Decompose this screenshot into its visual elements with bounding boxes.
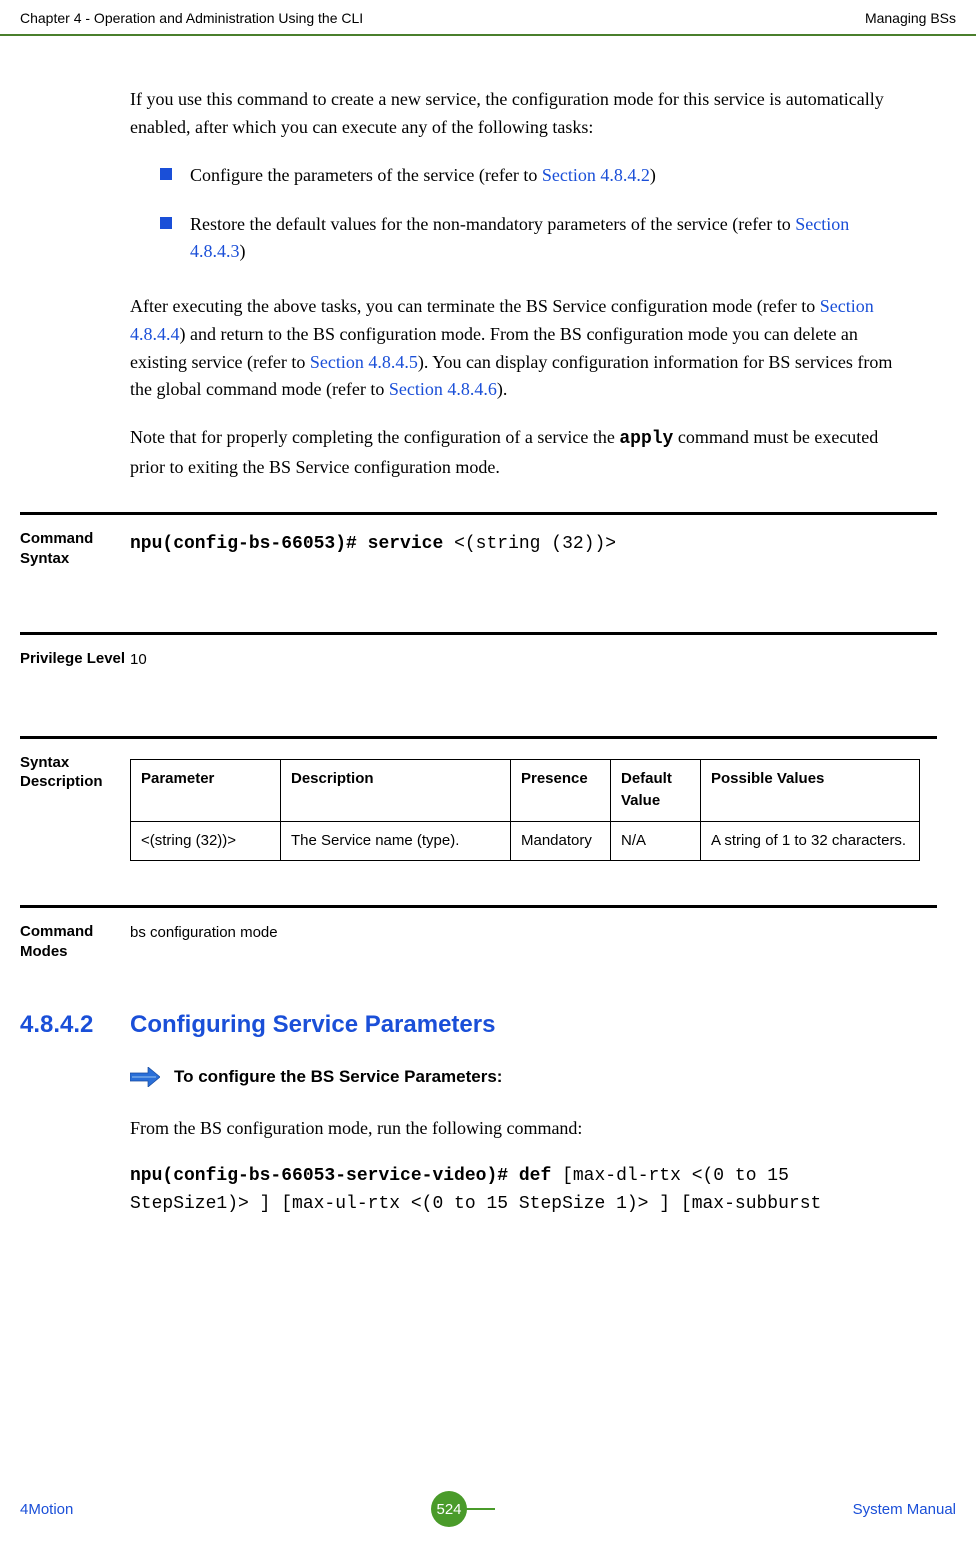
text-fragment: After executing the above tasks, you can… (130, 296, 820, 316)
label-privilege-level: Privilege Level (20, 649, 130, 669)
footer-left: 4Motion (20, 1501, 73, 1518)
list-item-text: Configure the parameters of the service … (190, 162, 656, 189)
list-item: Configure the parameters of the service … (160, 162, 906, 189)
text-fragment: ) (650, 165, 656, 185)
table-header-row: Parameter Description Presence Default V… (131, 759, 920, 821)
syntax-table: Parameter Description Presence Default V… (130, 759, 920, 862)
text-fragment: Note that for properly completing the co… (130, 427, 619, 447)
page-number-badge: 524 (431, 1491, 495, 1527)
th-possible-values: Possible Values (701, 759, 920, 821)
square-bullet-icon (160, 168, 172, 180)
page-header: Chapter 4 - Operation and Administration… (0, 0, 976, 36)
table-row: <(string (32))> The Service name (type).… (131, 821, 920, 861)
td-presence: Mandatory (511, 821, 611, 861)
syntax-table-wrapper: Parameter Description Presence Default V… (130, 753, 920, 862)
code-block: npu(config-bs-66053-service-video)# def … (130, 1163, 906, 1219)
note-paragraph: Note that for properly completing the co… (130, 424, 906, 482)
inline-command: apply (619, 429, 673, 449)
text-fragment: ). (497, 379, 508, 399)
header-right: Managing BSs (865, 10, 956, 26)
paragraph: After executing the above tasks, you can… (130, 293, 906, 405)
procedure-paragraph: From the BS configuration mode, run the … (130, 1115, 906, 1143)
syntax-description-section: Syntax Description Parameter Description… (0, 736, 906, 876)
section-heading: 4.8.4.2 Configuring Service Parameters (0, 1011, 906, 1039)
arrow-right-icon (130, 1067, 160, 1087)
command-modes-value: bs configuration mode (130, 922, 906, 945)
task-list: Configure the parameters of the service … (160, 162, 906, 265)
label-command-modes: Command Modes (20, 922, 130, 961)
command-syntax-section: Command Syntax npu(config-bs-66053)# ser… (0, 512, 906, 602)
text-fragment: ) (240, 241, 246, 261)
section-number: 4.8.4.2 (0, 1011, 130, 1039)
label-syntax-description: Syntax Description (20, 753, 130, 792)
td-default-value: N/A (611, 821, 701, 861)
td-parameter: <(string (32))> (131, 821, 281, 861)
list-item-text: Restore the default values for the non-m… (190, 211, 906, 265)
th-description: Description (281, 759, 511, 821)
command-syntax-value: npu(config-bs-66053)# service <(string (… (130, 529, 906, 558)
page-footer: 4Motion 524 System Manual (0, 1491, 976, 1527)
content-body: If you use this command to create a new … (0, 36, 976, 1219)
intro-paragraph: If you use this command to create a new … (130, 86, 906, 142)
procedure-heading: To configure the BS Service Parameters: (174, 1067, 502, 1087)
page-number: 524 (431, 1491, 467, 1527)
command-modes-section: Command Modes bs configuration mode (0, 905, 906, 981)
td-possible-values: A string of 1 to 32 characters. (701, 821, 920, 861)
command-arg: <(string (32))> (454, 534, 616, 554)
section-link[interactable]: Section 4.8.4.5 (310, 352, 418, 372)
footer-right: System Manual (853, 1501, 956, 1518)
header-left: Chapter 4 - Operation and Administration… (20, 10, 363, 26)
label-command-syntax: Command Syntax (20, 529, 130, 568)
section-link[interactable]: Section 4.8.4.6 (389, 379, 497, 399)
section-title: Configuring Service Parameters (130, 1011, 495, 1039)
procedure-row: To configure the BS Service Parameters: (130, 1067, 906, 1087)
td-description: The Service name (type). (281, 821, 511, 861)
privilege-level-section: Privilege Level 10 (0, 632, 906, 706)
command-bold: npu(config-bs-66053)# service (130, 534, 454, 554)
section-link[interactable]: Section 4.8.4.2 (542, 165, 650, 185)
th-default-value: Default Value (611, 759, 701, 821)
page-line-icon (465, 1508, 495, 1510)
text-fragment: Configure the parameters of the service … (190, 165, 542, 185)
th-presence: Presence (511, 759, 611, 821)
square-bullet-icon (160, 217, 172, 229)
privilege-level-value: 10 (130, 649, 906, 672)
list-item: Restore the default values for the non-m… (160, 211, 906, 265)
code-bold: npu(config-bs-66053-service-video)# def (130, 1166, 562, 1186)
text-fragment: Restore the default values for the non-m… (190, 214, 795, 234)
th-parameter: Parameter (131, 759, 281, 821)
